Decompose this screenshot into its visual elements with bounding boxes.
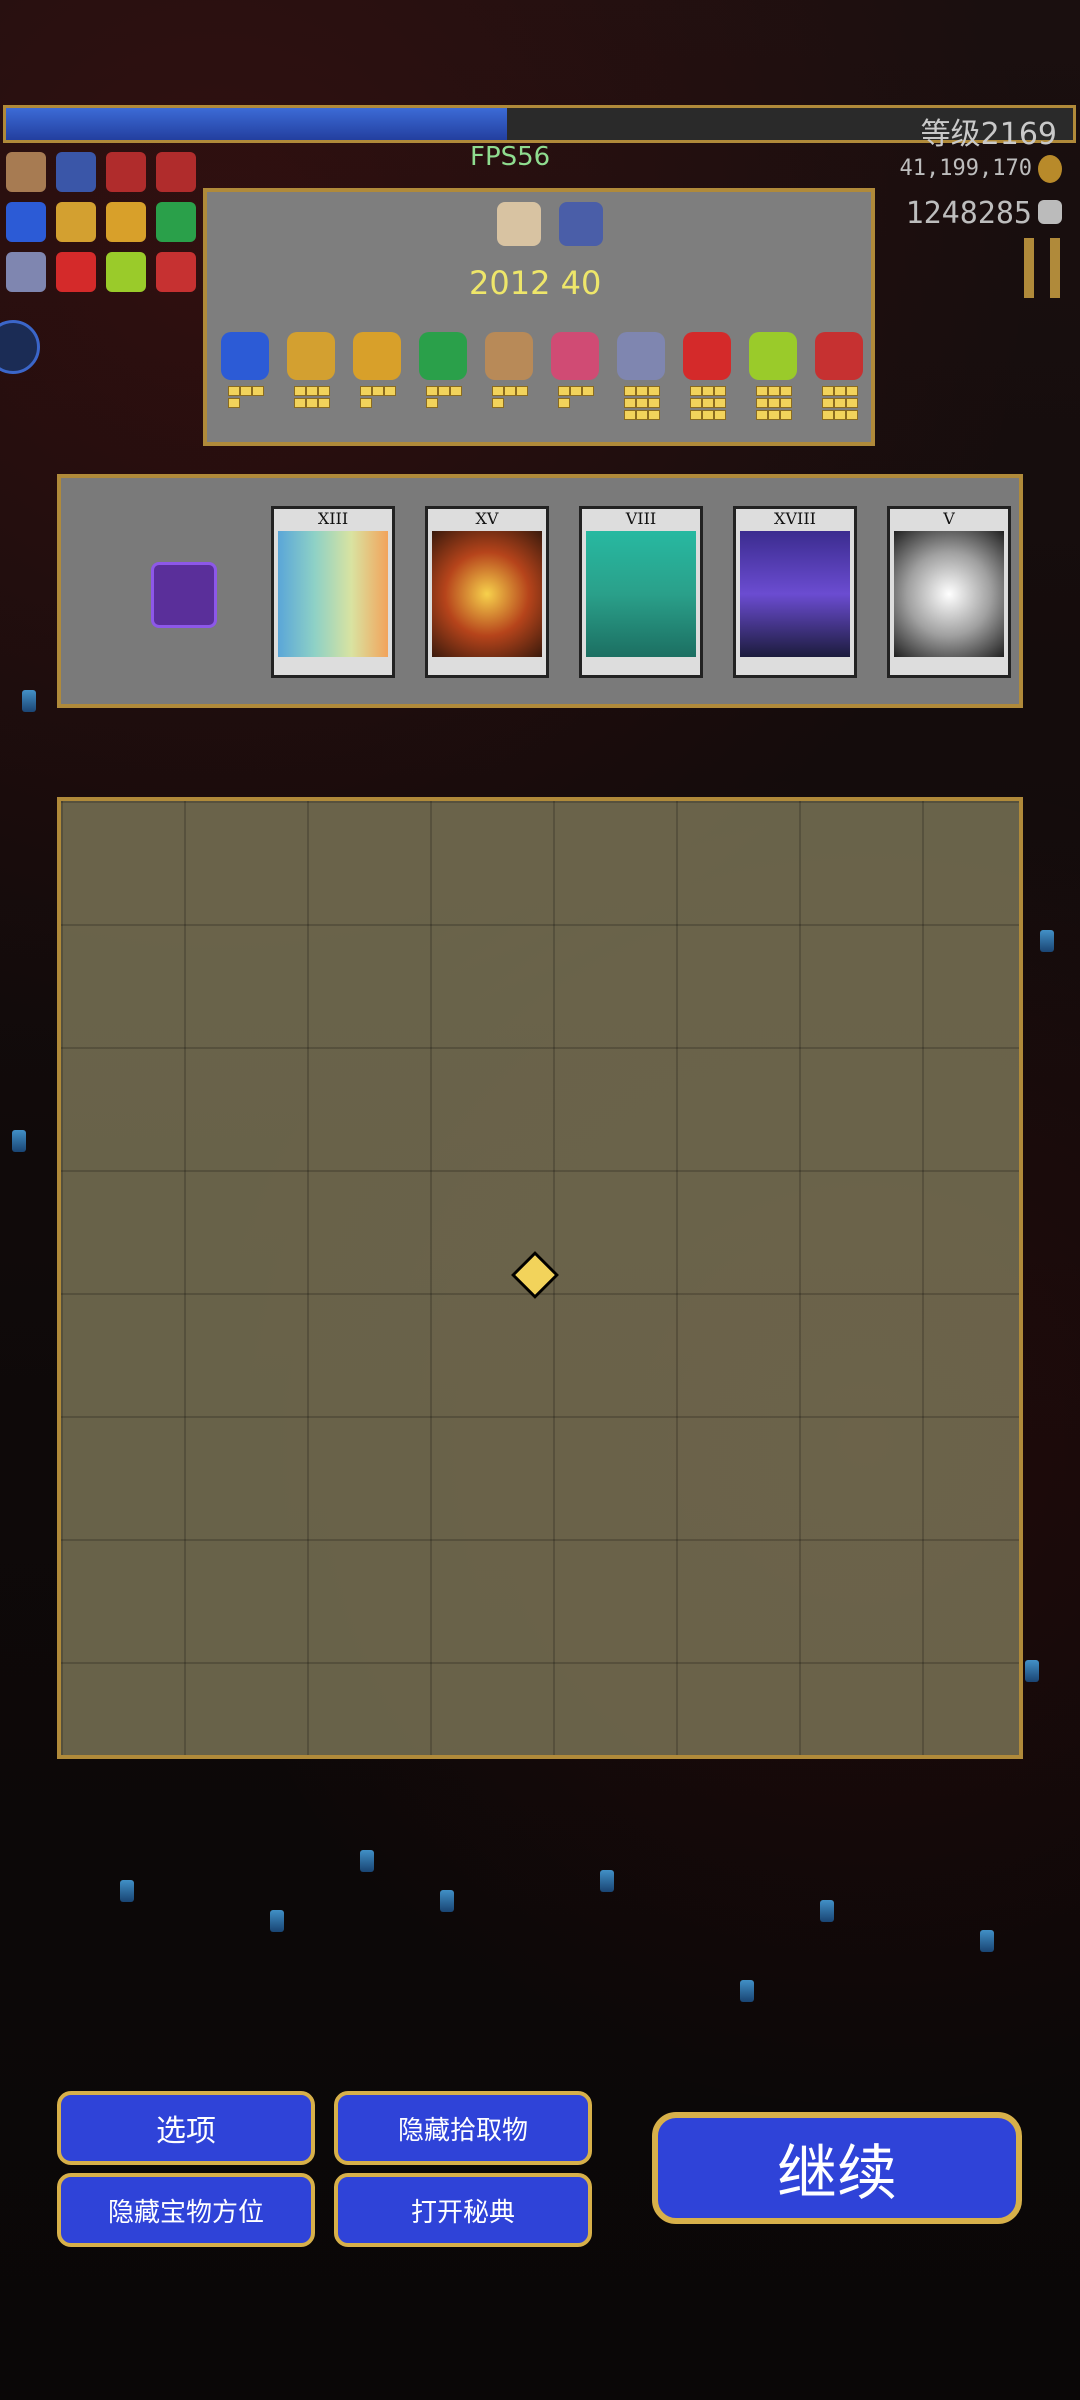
mask-icon: [485, 332, 533, 380]
crown-icon: [353, 332, 401, 380]
item-silver-ring: [615, 332, 667, 420]
card-art: [586, 531, 696, 657]
item-crown: [351, 332, 403, 420]
kill-counter: 1248285: [905, 196, 1032, 231]
bag-icon: [497, 202, 541, 246]
clover-icon: [156, 202, 196, 242]
hide-pickups-button[interactable]: 隐藏拾取物: [334, 2091, 592, 2165]
item-red-arrow: [681, 332, 733, 420]
gold-bar-icon: [287, 332, 335, 380]
blue-orb-icon: [6, 202, 46, 242]
item-summary-panel: 2012 40: [203, 188, 875, 446]
pause-button[interactable]: [1024, 238, 1060, 298]
crown-icon: [106, 202, 146, 242]
empty-slot-icon: [156, 152, 196, 192]
tarot-card[interactable]: XIII: [271, 506, 395, 678]
item-mask: [483, 332, 535, 420]
skull-icon: [1038, 200, 1062, 224]
experience-bar: 等级2169: [3, 105, 1076, 152]
blue-orb-icon: [221, 332, 269, 380]
open-codex-button[interactable]: 打开秘典: [334, 2173, 592, 2247]
gold-counter: 41,199,170: [899, 156, 1032, 181]
item-row: [219, 332, 865, 420]
item-skull: [549, 332, 601, 420]
item-gold-bar: [285, 332, 337, 420]
card-numeral: XV: [475, 509, 499, 528]
ring-icon: [56, 152, 96, 192]
red-arrow-icon: [683, 332, 731, 380]
card-art: [432, 531, 542, 657]
tarot-card[interactable]: V: [887, 506, 1011, 678]
card-numeral: XIII: [317, 509, 349, 528]
card-art: [740, 531, 850, 657]
red-arrow-icon: [56, 252, 96, 292]
gold-ring-icon: [749, 332, 797, 380]
silver-ring-icon: [6, 252, 46, 292]
empty-slot-icon: [106, 152, 146, 192]
level-label: 等级2169: [920, 117, 1057, 152]
experience-fill: [6, 108, 508, 140]
card-numeral: VIII: [625, 509, 657, 528]
card-numeral: XVIII: [774, 509, 816, 528]
options-button[interactable]: 选项: [57, 2091, 315, 2165]
card-deck-icon[interactable]: [151, 562, 217, 628]
tarot-card[interactable]: XV: [425, 506, 549, 678]
skull-icon: [551, 332, 599, 380]
item-gold-ring: [747, 332, 799, 420]
tarot-panel: XIII XV VIII XVIII V: [57, 474, 1023, 708]
tarot-card[interactable]: VIII: [579, 506, 703, 678]
card-art: [894, 531, 1004, 657]
coin-icon: [1038, 155, 1062, 183]
fps-counter: FPS56: [470, 142, 551, 172]
red-cross-icon: [156, 252, 196, 292]
card-numeral: V: [943, 509, 955, 528]
tarot-card[interactable]: XVIII: [733, 506, 857, 678]
silver-ring-icon: [617, 332, 665, 380]
item-clover: [417, 332, 469, 420]
clover-icon: [419, 332, 467, 380]
gold-bar-icon: [56, 202, 96, 242]
red-cross-icon: [815, 332, 863, 380]
hide-treasure-button[interactable]: 隐藏宝物方位: [57, 2173, 315, 2247]
ring-icon: [559, 202, 603, 246]
gold-ring-icon: [106, 252, 146, 292]
continue-button[interactable]: 继续: [652, 2112, 1022, 2224]
summary-counts: 2012 40: [469, 264, 602, 302]
item-red-cross: [813, 332, 865, 420]
card-art: [278, 531, 388, 657]
summary-icons: [497, 202, 603, 246]
item-blue-orb: [219, 332, 271, 420]
bag-icon: [6, 152, 46, 192]
